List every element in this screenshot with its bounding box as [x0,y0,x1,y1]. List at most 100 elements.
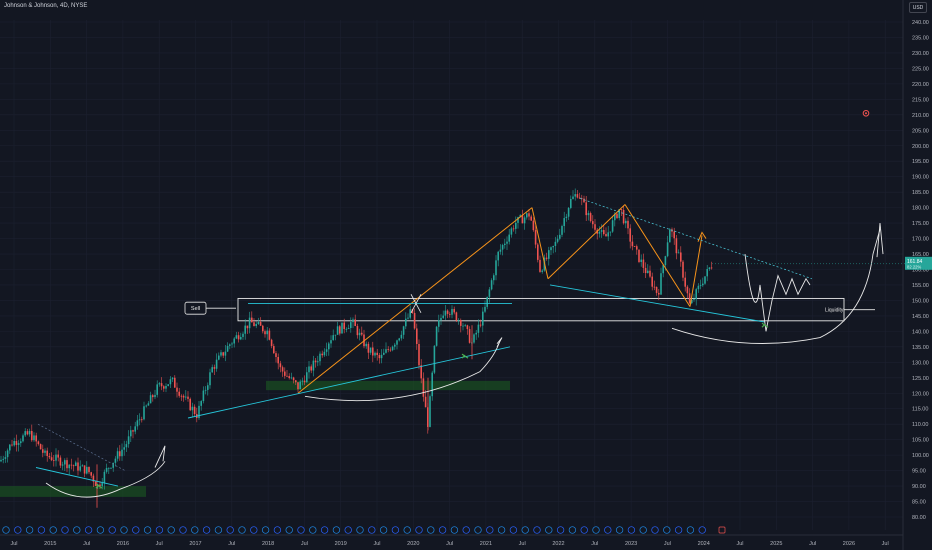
event-marker[interactable] [379,526,388,534]
event-marker[interactable] [356,526,364,534]
event-marker[interactable] [202,526,211,534]
event-marker[interactable] [49,526,57,534]
candle-body [94,481,97,486]
event-marker[interactable] [403,526,411,534]
event-marker[interactable] [297,526,305,534]
candle-body [191,406,194,411]
y-tick-label: 125.00 [912,376,929,382]
event-marker[interactable] [108,526,116,534]
candle-body [171,377,174,380]
y-tick-label: 225.00 [912,66,929,72]
candle-body [9,444,11,451]
candle-body [629,228,631,242]
candle-body [244,325,246,334]
event-marker[interactable] [61,526,69,534]
x-tick-label: Jul [809,541,816,547]
event-marker[interactable] [674,526,683,534]
user-drawings: Sell Liquidity [35,109,884,498]
x-tick-label: 2015 [44,541,56,547]
event-marker[interactable] [450,526,459,534]
event-marker[interactable] [509,526,518,534]
event-marker[interactable] [592,526,600,534]
event-marker[interactable] [604,526,612,534]
y-tick-label: 230.00 [912,51,929,57]
candle-body [565,216,568,219]
event-marker[interactable] [73,526,81,534]
event-marker[interactable] [521,526,529,534]
y-tick-label: 145.00 [912,314,929,320]
candle-body [521,215,524,224]
candle-body [156,384,158,395]
event-marker[interactable] [250,526,258,534]
event-marker[interactable] [273,526,282,534]
candle-body [39,444,42,450]
event-marker[interactable] [639,526,647,534]
event-marker[interactable] [545,526,553,534]
event-marker[interactable] [25,526,34,534]
x-tick-label: Jul [373,541,380,547]
event-marker[interactable] [191,526,199,534]
candle-body [215,359,218,369]
candle-body [620,209,623,211]
event-marker[interactable] [96,526,105,534]
event-marker[interactable] [391,526,400,534]
event-marker[interactable] [120,526,128,534]
event-marker[interactable] [332,526,341,534]
candle-body [473,334,475,343]
event-marker[interactable] [368,526,376,534]
candle-body [306,372,308,383]
event-marker[interactable] [309,526,317,534]
event-marker[interactable] [226,526,234,534]
candle-body [682,261,684,278]
event-marker[interactable] [155,526,164,534]
event-marker[interactable] [627,526,636,534]
candle-body [42,449,44,453]
event-marker[interactable] [427,526,435,534]
event-marker[interactable] [167,526,175,534]
candle-body [270,339,273,347]
candle-body [677,252,680,254]
candle-body [552,245,554,248]
event-marker[interactable] [462,526,470,534]
event-marker[interactable] [285,526,293,534]
currency-button[interactable]: USD [909,2,927,13]
candle-body [314,360,317,363]
event-marker[interactable] [568,526,577,534]
event-marker[interactable] [132,526,140,534]
event-marker[interactable] [486,526,494,534]
event-marker[interactable] [238,526,246,534]
candle-body [193,406,196,415]
event-marker[interactable] [214,526,223,534]
candle-body [160,383,163,387]
event-marker[interactable] [84,526,93,534]
event-marker[interactable] [580,526,588,534]
event-marker[interactable] [143,526,152,534]
event-marker[interactable] [179,526,187,534]
event-marker[interactable] [14,526,22,534]
event-marker[interactable] [320,526,329,534]
event-marker[interactable] [615,526,624,534]
event-marker[interactable] [37,526,46,534]
event-marker[interactable] [651,526,659,534]
candle-body [365,343,367,347]
candle-body [292,377,295,381]
time-axis: Jul 2015 Jul 2016 Jul 2017 Jul 2018 Jul 2019 Jul 20… [0,534,903,547]
event-marker[interactable] [415,526,423,534]
candle-body [303,380,306,383]
event-marker[interactable] [474,526,482,534]
event-marker-upcoming[interactable] [718,526,726,534]
price-axis: 80.00 85.00 90.00 95.00 100.00 105.00 110.00 11… [712,0,932,550]
event-marker[interactable] [686,526,695,534]
event-marker[interactable] [533,526,541,534]
event-marker[interactable] [497,526,506,534]
price-chart[interactable]: Sell Liquidity 80.00 85.00 90.00 95.00 100.00… [0,0,932,550]
event-marker[interactable] [344,526,352,534]
event-marker[interactable] [2,526,10,534]
event-marker[interactable] [698,526,706,534]
event-marker[interactable] [663,526,671,534]
event-marker[interactable] [438,526,447,534]
event-marker[interactable] [261,526,270,534]
y-tick-label: 150.00 [912,298,929,304]
event-marker[interactable] [556,526,565,534]
candle-body [332,335,334,341]
